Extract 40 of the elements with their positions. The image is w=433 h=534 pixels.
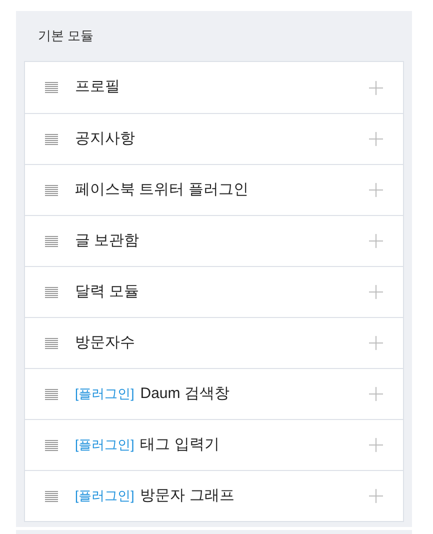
- add-icon[interactable]: [369, 438, 383, 452]
- module-name: 방문자 그래프: [140, 486, 234, 506]
- drag-handle-icon[interactable]: [45, 388, 58, 400]
- module-name: 태그 입력기: [140, 434, 220, 455]
- module-name: Daum 검색창: [140, 384, 230, 404]
- plugin-tag: [플러그인]: [75, 384, 134, 404]
- drag-handle-icon[interactable]: [45, 440, 58, 450]
- module-row[interactable]: 공지사항: [25, 113, 403, 164]
- drag-handle-icon[interactable]: [45, 82, 58, 93]
- drag-handle-icon[interactable]: [45, 338, 58, 348]
- module-row[interactable]: 방문자수: [25, 317, 403, 368]
- module-row[interactable]: [플러그인] Daum 검색창: [25, 368, 403, 419]
- add-icon[interactable]: [369, 132, 383, 146]
- module-row[interactable]: [플러그인] 방문자 그래프: [25, 470, 403, 521]
- module-name: 프로필: [75, 77, 120, 98]
- module-row[interactable]: 페이스북 트위터 플러그인: [25, 164, 403, 215]
- plugin-tag: [플러그인]: [75, 435, 134, 455]
- module-name: 글 보관함: [75, 230, 140, 251]
- add-icon[interactable]: [369, 489, 383, 503]
- add-icon[interactable]: [369, 183, 383, 197]
- module-name: 달력 모듈: [75, 282, 140, 302]
- add-icon[interactable]: [369, 387, 383, 401]
- drag-handle-icon[interactable]: [45, 184, 58, 196]
- module-row[interactable]: [플러그인] 태그 입력기: [25, 419, 403, 470]
- module-row[interactable]: 달력 모듈: [25, 266, 403, 317]
- plugin-tag: [플러그인]: [75, 486, 134, 506]
- module-name: 페이스북 트위터 플러그인: [75, 180, 248, 200]
- drag-handle-icon[interactable]: [45, 236, 58, 246]
- drag-handle-icon[interactable]: [45, 286, 58, 298]
- module-row[interactable]: 프로필: [25, 62, 403, 113]
- add-icon[interactable]: [369, 285, 383, 299]
- add-icon[interactable]: [369, 336, 383, 350]
- add-icon[interactable]: [369, 234, 383, 248]
- drag-handle-icon[interactable]: [45, 490, 58, 502]
- module-name: 방문자수: [75, 332, 135, 353]
- module-row[interactable]: 글 보관함: [25, 215, 403, 266]
- add-icon[interactable]: [369, 80, 383, 94]
- module-name: 공지사항: [75, 128, 135, 149]
- drag-handle-icon[interactable]: [45, 134, 58, 144]
- panel-title: 기본 모듈: [38, 27, 94, 46]
